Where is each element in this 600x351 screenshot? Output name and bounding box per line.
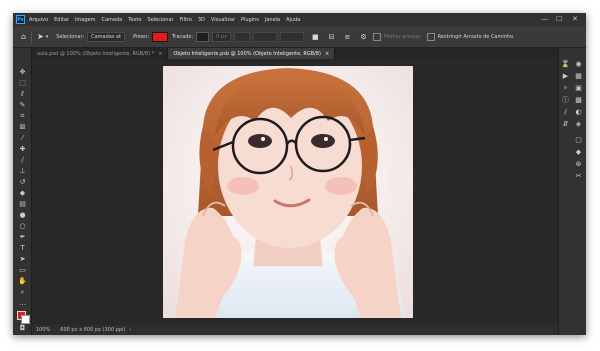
- select-label: Selecionar:: [56, 33, 85, 40]
- styles-icon[interactable]: ◈: [574, 120, 583, 129]
- menu-bar: Ps Arquivo Editar Imagem Camada Texto Se…: [13, 13, 586, 26]
- settings-gear-icon[interactable]: ⚙: [360, 33, 366, 41]
- menu-item-filtro[interactable]: Filtro: [180, 17, 192, 23]
- swatches-icon[interactable]: ▦: [574, 72, 583, 81]
- path-select-tool-icon[interactable]: ➤: [37, 32, 44, 41]
- dodge-icon[interactable]: ○: [18, 222, 27, 231]
- background-color-swatch[interactable]: [21, 315, 30, 324]
- menu-item-imagem[interactable]: Imagem: [75, 17, 96, 23]
- lasso-icon[interactable]: ℓ: [18, 90, 27, 99]
- path-select-icon[interactable]: ➤: [18, 255, 27, 264]
- close-window-button[interactable]: ✕: [572, 15, 578, 24]
- menu-item-texto[interactable]: Texto: [128, 17, 141, 23]
- stroke-width-field[interactable]: 0 px: [212, 31, 232, 42]
- healing-icon[interactable]: ✚: [18, 145, 27, 154]
- document-size-info: 600 px x 600 px (300 ppi): [60, 327, 126, 333]
- align-edges-label: Melhor arestas: [383, 33, 421, 40]
- menu-item-3d[interactable]: 3D: [198, 17, 205, 23]
- menu-item-janela[interactable]: Janela: [265, 17, 280, 23]
- gradient-icon[interactable]: ▤: [18, 200, 27, 209]
- brush-settings-icon[interactable]: ∕: [561, 108, 570, 117]
- channels-icon[interactable]: ⊛: [574, 160, 583, 169]
- menu-item-visualizar[interactable]: Visualizar: [211, 17, 235, 23]
- tool-preset-arrow-icon[interactable]: ▾: [46, 34, 49, 40]
- status-arrow-icon[interactable]: ›: [129, 327, 131, 333]
- tab-aula-psd[interactable]: aula.psd @ 100% (Objeto Inteligente, RGB…: [32, 48, 169, 59]
- portrait-photo: [163, 66, 413, 318]
- move-icon[interactable]: ✥: [18, 68, 27, 77]
- select-dropdown[interactable]: Camadas at: [87, 31, 126, 42]
- path-operations-icon[interactable]: ■: [312, 33, 319, 41]
- path-alignment-icon[interactable]: ⊟: [329, 33, 335, 41]
- properties-icon[interactable]: ⚬: [561, 84, 570, 93]
- pen-icon[interactable]: ✒: [18, 233, 27, 242]
- restrict-drag-checkbox[interactable]: [426, 32, 435, 41]
- zoom-icon[interactable]: ⌕: [18, 288, 27, 297]
- tools-panel: ✥ ⬚ ℓ ✎ ⌗ ⊠ ⁄ ✚ ∕ ⊥ ↺ ◆ ▤ ● ○ ✒ T ➤ ▭ ✋ …: [13, 48, 32, 335]
- shape-icon[interactable]: ▭: [18, 266, 27, 275]
- paths-panel-icon[interactable]: ✂: [574, 172, 583, 181]
- restrict-drag-label: Restringir Arrasto de Caminho: [437, 33, 514, 40]
- libraries-icon[interactable]: ▢: [574, 136, 583, 145]
- hand-icon[interactable]: ✋: [18, 277, 27, 286]
- quick-select-icon[interactable]: ✎: [18, 101, 27, 110]
- height-field[interactable]: [280, 31, 305, 42]
- paths-icon[interactable]: ⇵: [561, 120, 570, 129]
- stroke-color-swatch[interactable]: [196, 31, 210, 42]
- menu-item-ajuda[interactable]: Ajuda: [286, 17, 300, 23]
- width-field[interactable]: [253, 31, 278, 42]
- menu-item-camada[interactable]: Camada: [101, 17, 122, 23]
- zoom-level[interactable]: 100%: [36, 327, 50, 333]
- adjustments-icon[interactable]: ◐: [574, 108, 583, 117]
- options-bar: ⌂ ➤ ▾ Selecionar: Camadas at Preen: Trac…: [13, 26, 586, 48]
- fill-color-swatch[interactable]: [151, 31, 168, 42]
- tab-label: aula.psd @ 100% (Objeto Inteligente, RGB…: [37, 50, 155, 57]
- document-image[interactable]: [163, 66, 413, 318]
- stroke-label: Tracado:: [171, 33, 194, 40]
- history-brush-icon[interactable]: ↺: [18, 178, 27, 187]
- tab-label: Objeto Inteligente.psb @ 100% (Objeto In…: [173, 50, 321, 57]
- close-tab-icon[interactable]: ×: [325, 51, 329, 57]
- history-icon[interactable]: ⌛: [561, 60, 570, 69]
- stamp-icon[interactable]: ⊥: [18, 167, 27, 176]
- fill-label: Preen:: [133, 33, 149, 40]
- home-icon[interactable]: ⌂: [21, 32, 26, 41]
- menu-item-editar[interactable]: Editar: [54, 17, 69, 23]
- photoshop-window: Ps Arquivo Editar Imagem Camada Texto Se…: [13, 13, 586, 335]
- info-icon[interactable]: ⓘ: [561, 96, 570, 105]
- eyedropper-icon[interactable]: ⁄: [18, 134, 27, 143]
- stroke-type-dropdown[interactable]: [234, 31, 251, 42]
- menu-item-plugins[interactable]: Plugins: [241, 17, 259, 23]
- patterns-icon[interactable]: ▩: [574, 96, 583, 105]
- crop-icon[interactable]: ⌗: [18, 112, 27, 121]
- eraser-icon[interactable]: ◆: [18, 189, 27, 198]
- blur-icon[interactable]: ●: [18, 211, 27, 220]
- gradients-icon[interactable]: ▣: [574, 84, 583, 93]
- maximize-button[interactable]: ☐: [556, 15, 562, 24]
- brush-icon[interactable]: ∕: [18, 156, 27, 165]
- frame-icon[interactable]: ⊠: [18, 123, 27, 132]
- canvas-area[interactable]: [32, 59, 558, 325]
- menu-item-selecionar[interactable]: Selecionar: [147, 17, 173, 23]
- path-arrangement-icon[interactable]: ≡: [345, 33, 351, 41]
- app-logo: Ps: [16, 15, 25, 24]
- marquee-icon[interactable]: ⬚: [18, 79, 27, 88]
- divider: [31, 30, 33, 43]
- minimize-button[interactable]: —: [541, 15, 548, 24]
- more-icon[interactable]: …: [18, 299, 27, 308]
- document-tabs: aula.psd @ 100% (Objeto Inteligente, RGB…: [32, 48, 558, 59]
- status-bar: 100% 600 px x 600 px (300 ppi) ›: [32, 325, 558, 335]
- type-icon[interactable]: T: [18, 244, 27, 253]
- color-icon[interactable]: ◉: [574, 60, 583, 69]
- close-tab-icon[interactable]: ×: [158, 51, 162, 57]
- panel-dock: ⌛ ▶ ⚬ ⓘ ∕ ⇵ ◉ ▦ ▣ ▩ ◐ ◈ ▢ ◆ ⊛ ✂: [558, 48, 586, 335]
- align-edges-checkbox[interactable]: [372, 32, 381, 41]
- quick-mask-icon[interactable]: ◘: [18, 324, 27, 333]
- layers-icon[interactable]: ◆: [574, 148, 583, 157]
- tab-objeto-inteligente[interactable]: Objeto Inteligente.psb @ 100% (Objeto In…: [168, 48, 336, 59]
- play-action-icon[interactable]: ▶: [561, 72, 570, 81]
- menu-item-arquivo[interactable]: Arquivo: [29, 17, 48, 23]
